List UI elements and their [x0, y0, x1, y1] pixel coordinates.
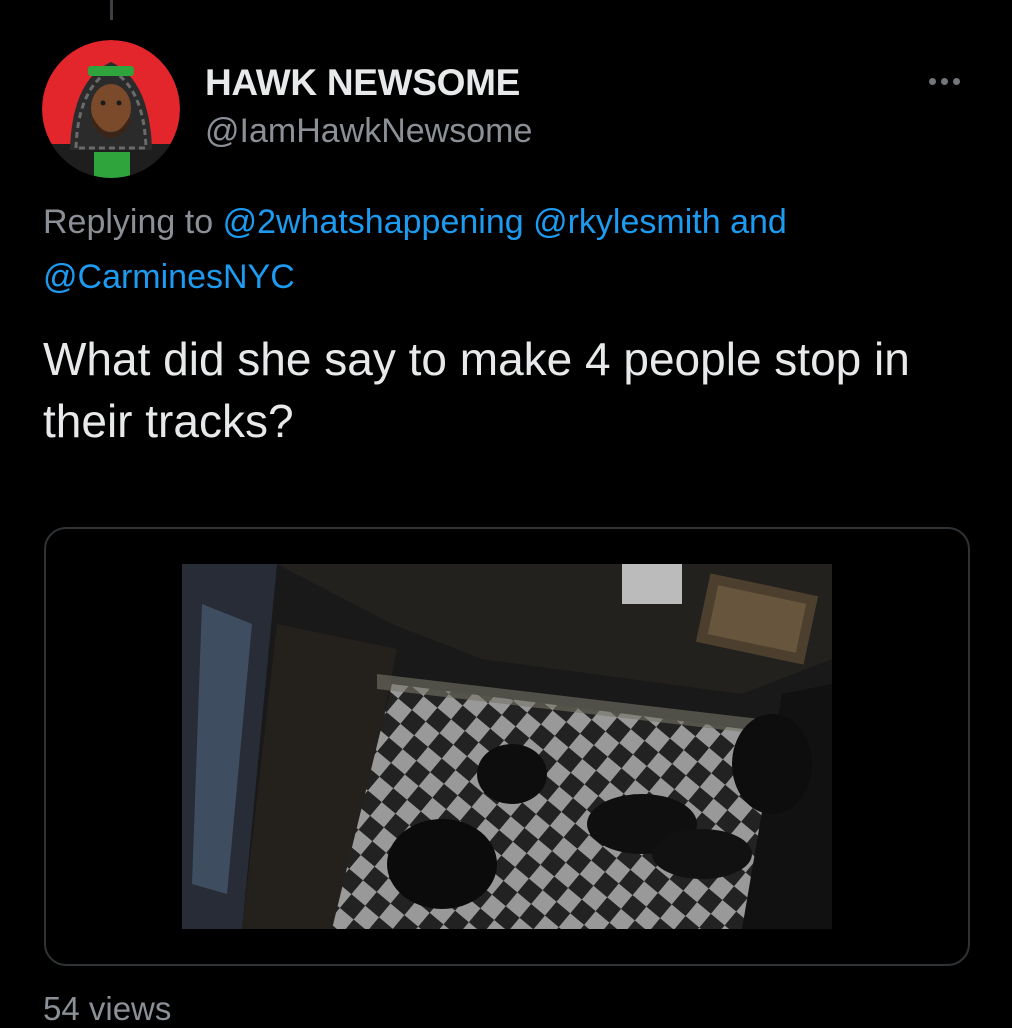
- video-play-overlay[interactable]: [182, 564, 832, 929]
- replying-to-line: Replying to @2whatshappening @rkylesmith…: [43, 195, 983, 305]
- reply-conjunction[interactable]: and: [730, 203, 787, 241]
- view-count: 54 views: [43, 990, 172, 1027]
- more-horizontal-icon: [928, 77, 936, 85]
- video-thumbnail[interactable]: [182, 564, 832, 929]
- replying-to-label: Replying to: [43, 203, 214, 241]
- user-handle[interactable]: @IamHawkNewsome: [205, 112, 532, 151]
- video-media-card[interactable]: [44, 527, 970, 966]
- mention-link-carminesnyc[interactable]: @CarminesNYC: [43, 258, 295, 296]
- display-name[interactable]: HAWK NEWSOME: [205, 62, 520, 104]
- tweet-text: What did she say to make 4 people stop i…: [43, 333, 910, 447]
- thread-connector-line: [110, 0, 113, 20]
- avatar[interactable]: [42, 40, 180, 178]
- more-options-button[interactable]: [920, 66, 968, 96]
- mention-link-rkylesmith[interactable]: @rkylesmith: [533, 203, 721, 241]
- mention-link-2whatshappening[interactable]: @2whatshappening: [223, 203, 524, 241]
